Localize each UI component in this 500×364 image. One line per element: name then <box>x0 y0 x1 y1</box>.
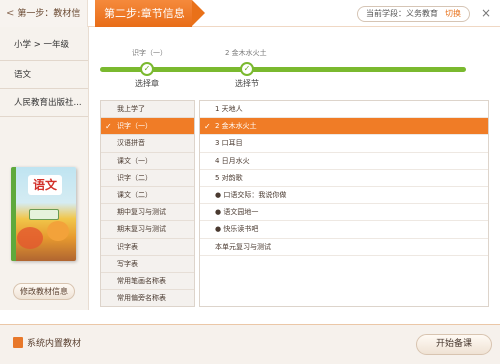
chapter-item[interactable]: 期末复习与测试 <box>101 221 194 239</box>
close-icon[interactable]: × <box>481 5 491 21</box>
back-arrow-icon: < <box>6 8 15 19</box>
school-level-selector: 当前学段：义务教育 切换 <box>357 6 470 22</box>
step2-label: 第二步:章节信息 <box>104 7 185 20</box>
section-label: 1 天地人 <box>215 105 243 113</box>
book-cover-illustration <box>47 221 69 241</box>
section-label: 本单元复习与测试 <box>215 242 271 251</box>
section-label: ● 口语交际：我说你做 <box>215 190 287 199</box>
book-cover-label <box>29 209 59 220</box>
section-item[interactable]: ● 口语交际：我说你做 <box>200 187 488 205</box>
sidebar: 小学 > 一年级 语文 人民教育出版社... 语文 修改教材信息 <box>0 27 89 310</box>
chapter-item[interactable]: 我上学了 <box>101 101 194 119</box>
school-level-label: 当前学段：义务教育 <box>366 9 438 18</box>
section-list: 1 天地人 ✓ 2 金木水火土 3 口耳目 4 日月水火 5 对韵歌 ● 口语交际… <box>199 100 489 307</box>
section-label: ● 语文园地一 <box>215 208 259 217</box>
chapter-item[interactable]: 识字（二） <box>101 170 194 187</box>
section-label: 4 日月水火 <box>215 156 250 165</box>
selected-chapter-value: 识字（一） <box>132 49 167 57</box>
chapter-item[interactable]: 常用偏旁名称表 <box>101 290 194 306</box>
step-progress: 识字（一） ✓ 选择章 2 金木水火土 ✓ 选择节 <box>100 45 466 90</box>
section-item[interactable]: ● 语文园地一 <box>200 204 488 222</box>
chapter-item[interactable]: 课文（二） <box>101 187 194 205</box>
chapter-label: 识字表 <box>117 242 138 251</box>
select-section-label: 选择节 <box>235 79 259 88</box>
textbook-cover-image: 语文 <box>11 167 76 261</box>
chapter-item[interactable]: 常用笔画名称表 <box>101 273 194 291</box>
chapter-label: 课文（二） <box>117 190 152 199</box>
book-cover-title: 语文 <box>28 175 62 195</box>
select-chapter-label: 选择章 <box>135 79 159 88</box>
section-item[interactable]: ✓ 2 金木水火土 <box>200 118 488 136</box>
chapter-item[interactable]: 课文（一） <box>101 153 194 170</box>
section-item[interactable]: 4 日月水火 <box>200 153 488 170</box>
book-spine <box>11 167 16 261</box>
chapter-label: 汉语拼音 <box>117 139 145 148</box>
step2-current-tab: 第二步:章节信息 <box>95 0 205 27</box>
chapter-item[interactable]: 写字表 <box>101 256 194 273</box>
chapter-item[interactable]: 识字表 <box>101 239 194 256</box>
section-item[interactable]: 5 对韵歌 <box>200 170 488 187</box>
sidebar-item-grade: 小学 > 一年级 <box>0 27 88 61</box>
section-label: 3 口耳目 <box>215 139 243 148</box>
progress-track <box>100 67 466 72</box>
sidebar-item-publisher: 人民教育出版社... <box>0 89 88 117</box>
check-icon: ✓ <box>240 62 254 76</box>
chapter-item[interactable]: 期中复习与测试 <box>101 204 194 222</box>
chapter-label: 常用偏旁名称表 <box>117 294 166 303</box>
switch-school-level-link[interactable]: 切换 <box>445 9 461 18</box>
step1-back-tab[interactable]: <第一步：教材信息 <box>0 0 88 46</box>
section-label: 2 金木水火土 <box>215 122 257 131</box>
modify-textbook-button[interactable]: 修改教材信息 <box>13 283 75 300</box>
chapter-label: 识字（二） <box>117 173 152 182</box>
chapter-item[interactable]: ✓ 识字（一） <box>101 118 194 136</box>
check-icon: ✓ <box>140 62 154 76</box>
check-icon: ✓ <box>105 122 112 132</box>
chapter-item[interactable]: 汉语拼音 <box>101 135 194 153</box>
chapter-label: 期末复习与测试 <box>117 225 166 234</box>
builtin-textbook-tag: 系统内置教材 <box>13 337 81 351</box>
footer: 系统内置教材 开始备课 <box>0 324 500 364</box>
sidebar-item-subject: 语文 <box>0 61 88 89</box>
chapter-label: 课文（一） <box>117 156 152 165</box>
section-label: 5 对韵歌 <box>215 173 243 182</box>
selected-section-value: 2 金木水火土 <box>225 49 267 57</box>
header: <第一步：教材信息 第二步:章节信息 当前学段：义务教育切换 × <box>0 0 500 46</box>
check-icon: ✓ <box>204 122 211 132</box>
chapter-label: 我上学了 <box>117 105 145 113</box>
section-item[interactable]: 3 口耳目 <box>200 135 488 153</box>
chapter-label: 写字表 <box>117 259 138 268</box>
builtin-textbook-label: 系统内置教材 <box>27 339 82 349</box>
section-item[interactable]: 本单元复习与测试 <box>200 239 488 256</box>
chapter-label: 期中复习与测试 <box>117 208 166 217</box>
section-item[interactable]: ● 快乐读书吧 <box>200 221 488 239</box>
start-lesson-prep-button[interactable]: 开始备课 <box>416 334 492 355</box>
book-icon <box>13 337 23 348</box>
section-label: ● 快乐读书吧 <box>215 225 259 234</box>
chapter-label: 常用笔画名称表 <box>117 276 166 285</box>
section-item[interactable]: 1 天地人 <box>200 101 488 119</box>
chapter-label: 识字（一） <box>117 122 152 131</box>
book-cover-illustration <box>17 227 43 249</box>
chapter-list: 我上学了 ✓ 识字（一） 汉语拼音 课文（一） 识字（二） 课文（二） 期中复习与… <box>100 100 195 307</box>
